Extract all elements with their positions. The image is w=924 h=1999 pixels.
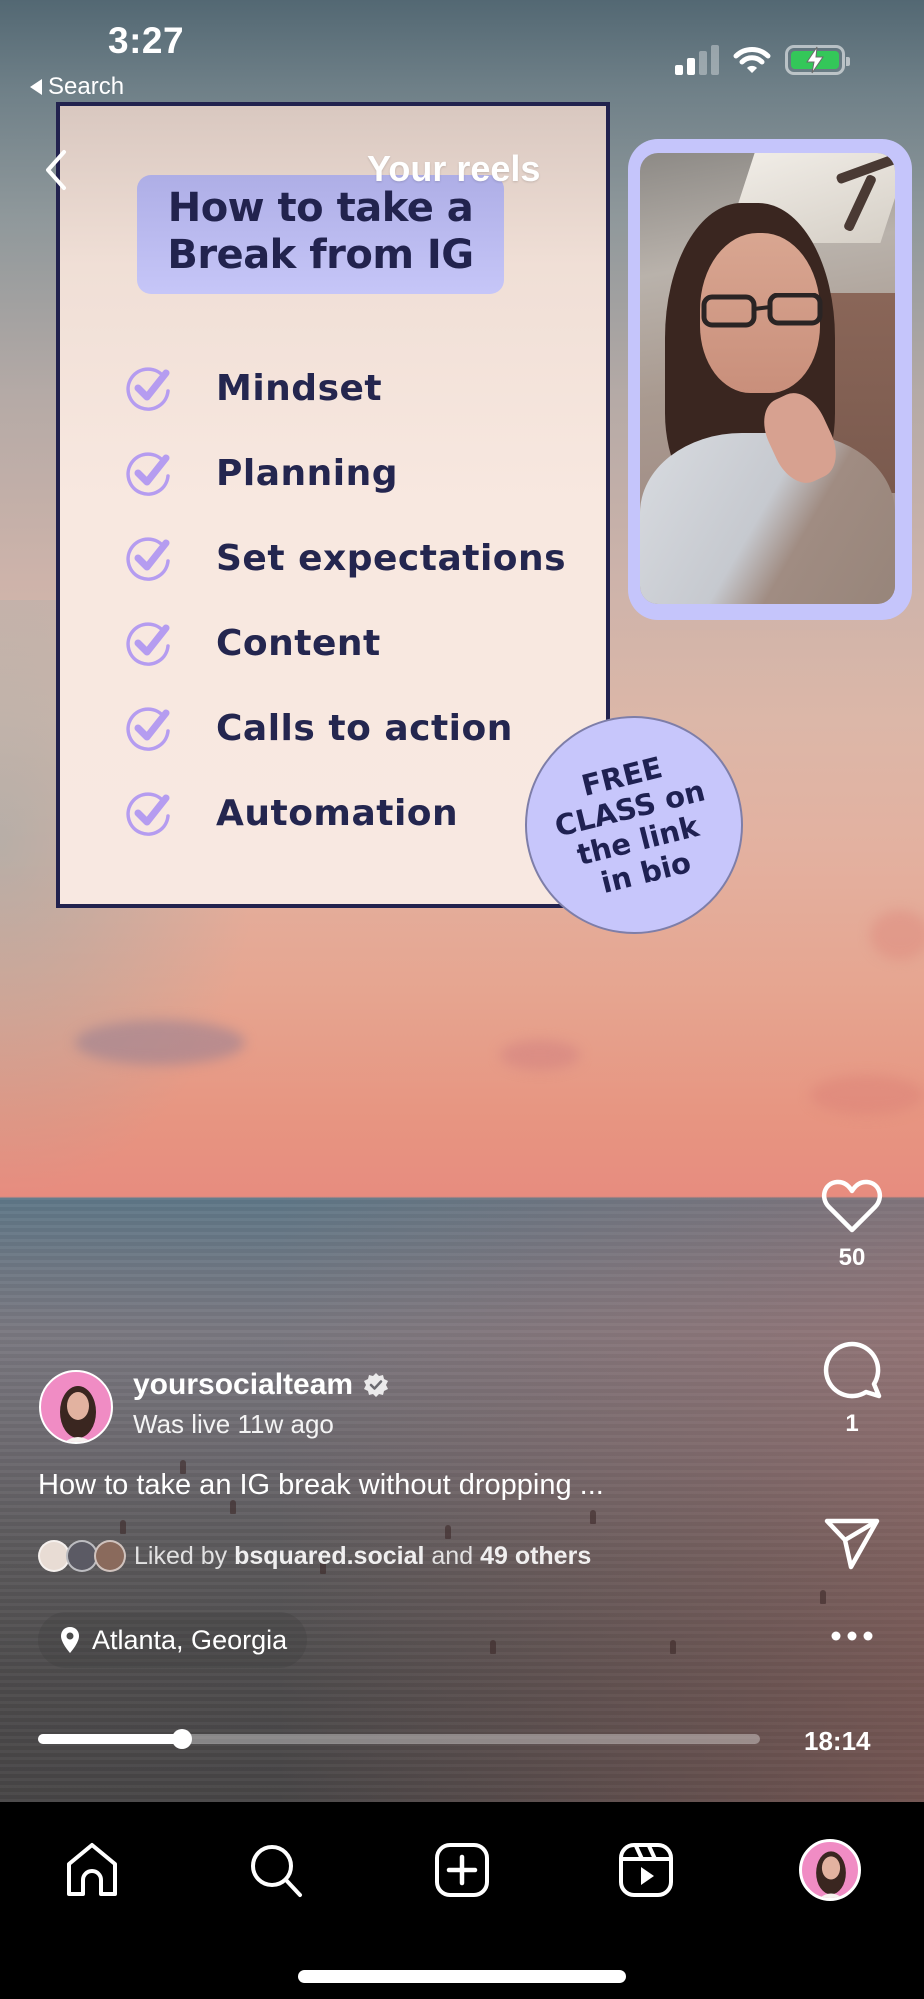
checklist-label: Content bbox=[216, 623, 381, 664]
checklist-label: Planning bbox=[216, 453, 399, 494]
charging-bolt-icon bbox=[788, 46, 842, 74]
swimmer bbox=[120, 1520, 126, 1534]
comment-count: 1 bbox=[845, 1410, 859, 1437]
signal-bar bbox=[687, 58, 695, 75]
location-tag[interactable]: Atlanta, Georgia bbox=[38, 1612, 308, 1668]
reel-card-title: How to take a Break from IG bbox=[137, 175, 504, 294]
location-label: Atlanta, Georgia bbox=[92, 1624, 288, 1655]
checklist-label: Automation bbox=[216, 793, 459, 834]
avatar-photo bbox=[816, 1851, 846, 1898]
location-pin-icon bbox=[61, 1627, 79, 1653]
tab-reels[interactable] bbox=[606, 1830, 686, 1910]
share-button[interactable] bbox=[812, 1518, 892, 1570]
reel-title-line-1: How to take a bbox=[167, 185, 474, 231]
presenter-shirt bbox=[640, 433, 895, 604]
author-live-status: Was live 11w ago bbox=[133, 1409, 334, 1439]
more-options-button[interactable] bbox=[812, 1630, 892, 1642]
reel-checklist: Mindset Planning Set expectations Conten… bbox=[122, 346, 566, 856]
swimmer bbox=[490, 1640, 496, 1654]
checklist-item: Set expectations bbox=[122, 516, 566, 601]
liked-by-prefix: Liked by bbox=[134, 1541, 228, 1570]
back-triangle-icon bbox=[30, 79, 42, 95]
home-indicator[interactable] bbox=[298, 1970, 626, 1983]
checklist-item: Content bbox=[122, 601, 566, 686]
tab-search[interactable] bbox=[236, 1830, 316, 1910]
liker-avatars bbox=[38, 1540, 126, 1572]
back-app-label: Search bbox=[48, 73, 125, 100]
swimmer bbox=[230, 1500, 236, 1514]
reel-video[interactable]: How to take a Break from IG Mindset Plan… bbox=[0, 0, 924, 1802]
like-button[interactable]: 50 bbox=[812, 1178, 892, 1272]
comment-button[interactable]: 1 bbox=[812, 1340, 892, 1438]
status-time: 3:27 bbox=[108, 20, 185, 61]
check-circle-icon bbox=[126, 706, 170, 751]
search-icon bbox=[251, 1845, 302, 1897]
signal-bar bbox=[711, 45, 719, 75]
swimmer bbox=[445, 1525, 451, 1539]
cloud bbox=[810, 1075, 924, 1115]
check-circle-icon bbox=[126, 621, 170, 666]
glasses bbox=[701, 293, 823, 328]
cellular-signal-icon bbox=[675, 45, 719, 75]
avatar-photo bbox=[60, 1386, 96, 1442]
liked-by-row[interactable]: Liked by bsquared.social and 49 others bbox=[38, 1540, 591, 1572]
checklist-item: Automation bbox=[122, 771, 566, 856]
heart-icon bbox=[821, 1179, 883, 1233]
swimmer bbox=[670, 1640, 676, 1654]
cloud bbox=[75, 1020, 245, 1065]
tab-home[interactable] bbox=[52, 1830, 132, 1910]
author-username[interactable]: yoursocialteam bbox=[133, 1368, 353, 1402]
reels-icon bbox=[619, 1843, 673, 1897]
signal-bar bbox=[675, 65, 683, 75]
verified-badge-icon bbox=[364, 1373, 389, 1397]
liked-by-user[interactable]: bsquared.social bbox=[234, 1542, 424, 1571]
battery-icon bbox=[785, 45, 850, 75]
liked-by-and: and bbox=[431, 1541, 474, 1570]
checklist-label: Set expectations bbox=[216, 538, 567, 579]
checklist-item: Mindset bbox=[122, 346, 566, 431]
signal-bar bbox=[699, 51, 707, 75]
swimmer bbox=[590, 1510, 596, 1524]
battery-nub bbox=[846, 57, 850, 66]
liker-avatar bbox=[94, 1540, 126, 1572]
page-title: Your reels bbox=[367, 148, 541, 189]
chevron-left-icon[interactable] bbox=[40, 148, 74, 192]
playback-progress-fill bbox=[38, 1734, 183, 1744]
liked-by-others[interactable]: 49 others bbox=[480, 1542, 591, 1571]
bottom-tab-bar bbox=[0, 1802, 924, 1999]
tab-create[interactable] bbox=[422, 1830, 502, 1910]
presenter-video-frame bbox=[628, 139, 912, 620]
send-icon bbox=[824, 1518, 880, 1570]
comment-icon bbox=[823, 1341, 882, 1399]
check-circle-icon bbox=[126, 451, 170, 496]
profile-avatar bbox=[799, 1839, 861, 1901]
check-circle-icon bbox=[126, 791, 170, 836]
wifi-icon bbox=[733, 47, 771, 73]
home-icon bbox=[67, 1843, 117, 1896]
checklist-label: Calls to action bbox=[216, 708, 513, 749]
author-avatar[interactable] bbox=[39, 1370, 113, 1444]
checklist-label: Mindset bbox=[216, 368, 383, 409]
checklist-item: Planning bbox=[122, 431, 566, 516]
reel-caption[interactable]: How to take an IG break without dropping… bbox=[38, 1469, 604, 1502]
check-circle-icon bbox=[126, 536, 170, 581]
check-circle-icon bbox=[126, 366, 170, 411]
status-icons bbox=[675, 45, 850, 75]
playback-scrubber[interactable] bbox=[38, 1729, 760, 1749]
cloud bbox=[870, 910, 924, 960]
tab-profile[interactable] bbox=[790, 1830, 870, 1910]
presenter-video bbox=[640, 153, 895, 604]
plus-square-icon bbox=[435, 1843, 489, 1897]
author-username-row[interactable]: yoursocialteam bbox=[133, 1368, 389, 1402]
video-duration: 18:14 bbox=[804, 1726, 871, 1756]
checklist-item: Calls to action bbox=[122, 686, 566, 771]
more-horizontal-icon bbox=[831, 1631, 873, 1641]
cloud bbox=[500, 1040, 580, 1070]
reel-title-line-2: Break from IG bbox=[167, 232, 474, 278]
like-count: 50 bbox=[838, 1244, 866, 1271]
back-to-search-link[interactable]: Search bbox=[30, 73, 124, 101]
reel-text-card: How to take a Break from IG Mindset Plan… bbox=[56, 102, 610, 908]
swimmer bbox=[820, 1590, 826, 1604]
